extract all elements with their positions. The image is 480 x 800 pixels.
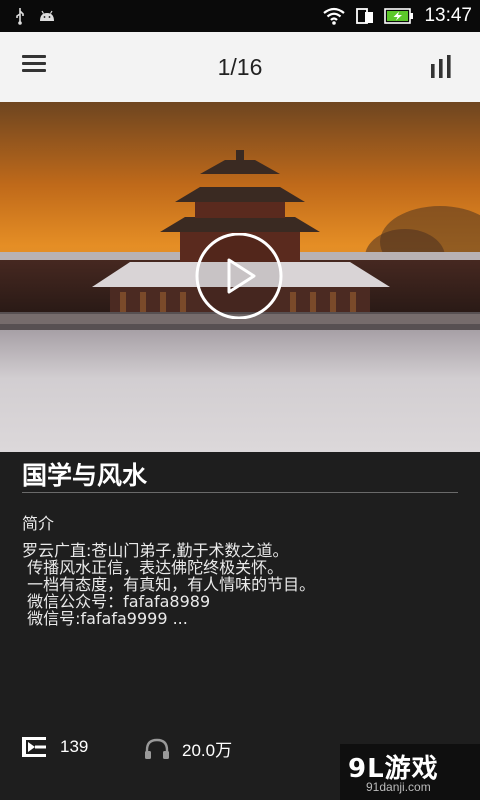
- listens-stat: 20.0万: [144, 736, 232, 761]
- battery-charging-icon: [384, 8, 414, 24]
- stats-button[interactable]: [428, 54, 456, 80]
- program-info: 国学与风水 简介 罗云广直:苍山门弟子,勤于术数之道。 传播风水正信，表达佛陀终…: [0, 452, 480, 800]
- top-bar: 1/16: [0, 32, 480, 102]
- wifi-icon: [323, 7, 346, 25]
- android-icon: [40, 10, 54, 21]
- description-line: 罗云广直:苍山门弟子,勤于术数之道。: [22, 541, 289, 560]
- description-line: 一档有态度，有真知，有人情味的节目。: [22, 575, 316, 594]
- episodes-stat[interactable]: 139: [22, 736, 88, 758]
- watermark: 9L游戏 91danji.com: [340, 744, 480, 800]
- episodes-count: 139: [60, 737, 89, 756]
- cover-image[interactable]: [0, 102, 480, 452]
- status-bar: 13:47: [0, 0, 480, 32]
- bar-chart-icon: [431, 55, 451, 78]
- program-description[interactable]: 罗云广直:苍山门弟子,勤于术数之道。 传播风水正信，表达佛陀终极关怀。 一档有态…: [22, 542, 462, 627]
- description-line: 微信号:fafafa9999 ...: [22, 609, 188, 628]
- title-divider: [22, 492, 458, 493]
- page-indicator: 1/16: [217, 54, 263, 80]
- program-stats: 139 20.0万: [22, 736, 322, 764]
- program-title: 国学与风水: [22, 461, 148, 490]
- headphones-icon: [145, 738, 169, 759]
- status-left-icons: [14, 7, 56, 25]
- play-button[interactable]: [194, 232, 284, 320]
- intro-label: 简介: [22, 514, 55, 533]
- listens-count: 20.0万: [182, 741, 233, 760]
- description-line: 传播风水正信，表达佛陀终极关怀。: [22, 558, 284, 577]
- sim-icon: [356, 8, 374, 24]
- play-icon: [195, 232, 283, 320]
- status-time: 13:47: [424, 5, 472, 26]
- playlist-icon: [22, 737, 46, 757]
- status-right-icons: 13:47: [322, 5, 472, 27]
- watermark-url: 91danji.com: [366, 780, 431, 794]
- usb-icon: [16, 8, 24, 25]
- description-line: 微信公众号：fafafa8989: [22, 592, 211, 611]
